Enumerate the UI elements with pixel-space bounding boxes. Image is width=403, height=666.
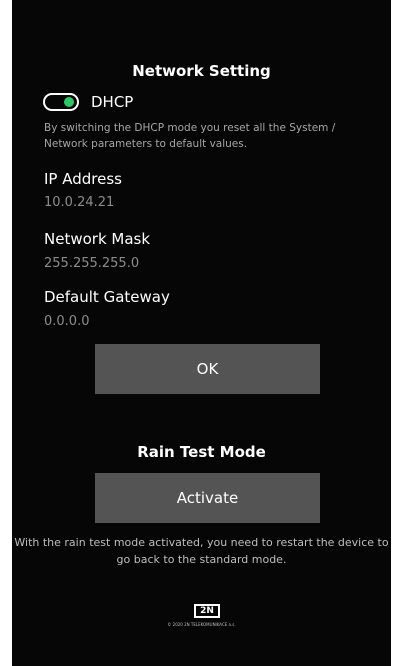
network-mask-value: 255.255.255.0	[44, 256, 140, 271]
ip-address-value: 10.0.24.21	[44, 195, 115, 210]
rain-test-mode-title: Rain Test Mode	[137, 443, 266, 461]
ip-address-label: IP Address	[44, 170, 122, 188]
copyright-text: © 2020 2N TELEKOMUNIKACE a.s.	[167, 622, 236, 627]
toggle-knob-icon	[64, 97, 74, 107]
dhcp-label: DHCP	[91, 93, 134, 111]
default-gateway-value: 0.0.0.0	[44, 314, 90, 329]
dhcp-toggle[interactable]	[43, 93, 79, 111]
dhcp-description: By switching the DHCP mode you reset all…	[44, 122, 336, 150]
network-setting-title: Network Setting	[132, 62, 271, 80]
rain-test-description: With the rain test mode activated, you n…	[14, 536, 389, 566]
ok-button[interactable]: OK	[95, 344, 320, 394]
dhcp-row: DHCP	[43, 92, 133, 112]
network-mask-label: Network Mask	[44, 230, 151, 248]
network-setting-screen: Network Setting DHCP By switching the DH…	[12, 0, 391, 666]
default-gateway-label: Default Gateway	[44, 288, 170, 306]
2n-logo-icon: 2N	[194, 604, 220, 618]
activate-button[interactable]: Activate	[95, 473, 320, 523]
